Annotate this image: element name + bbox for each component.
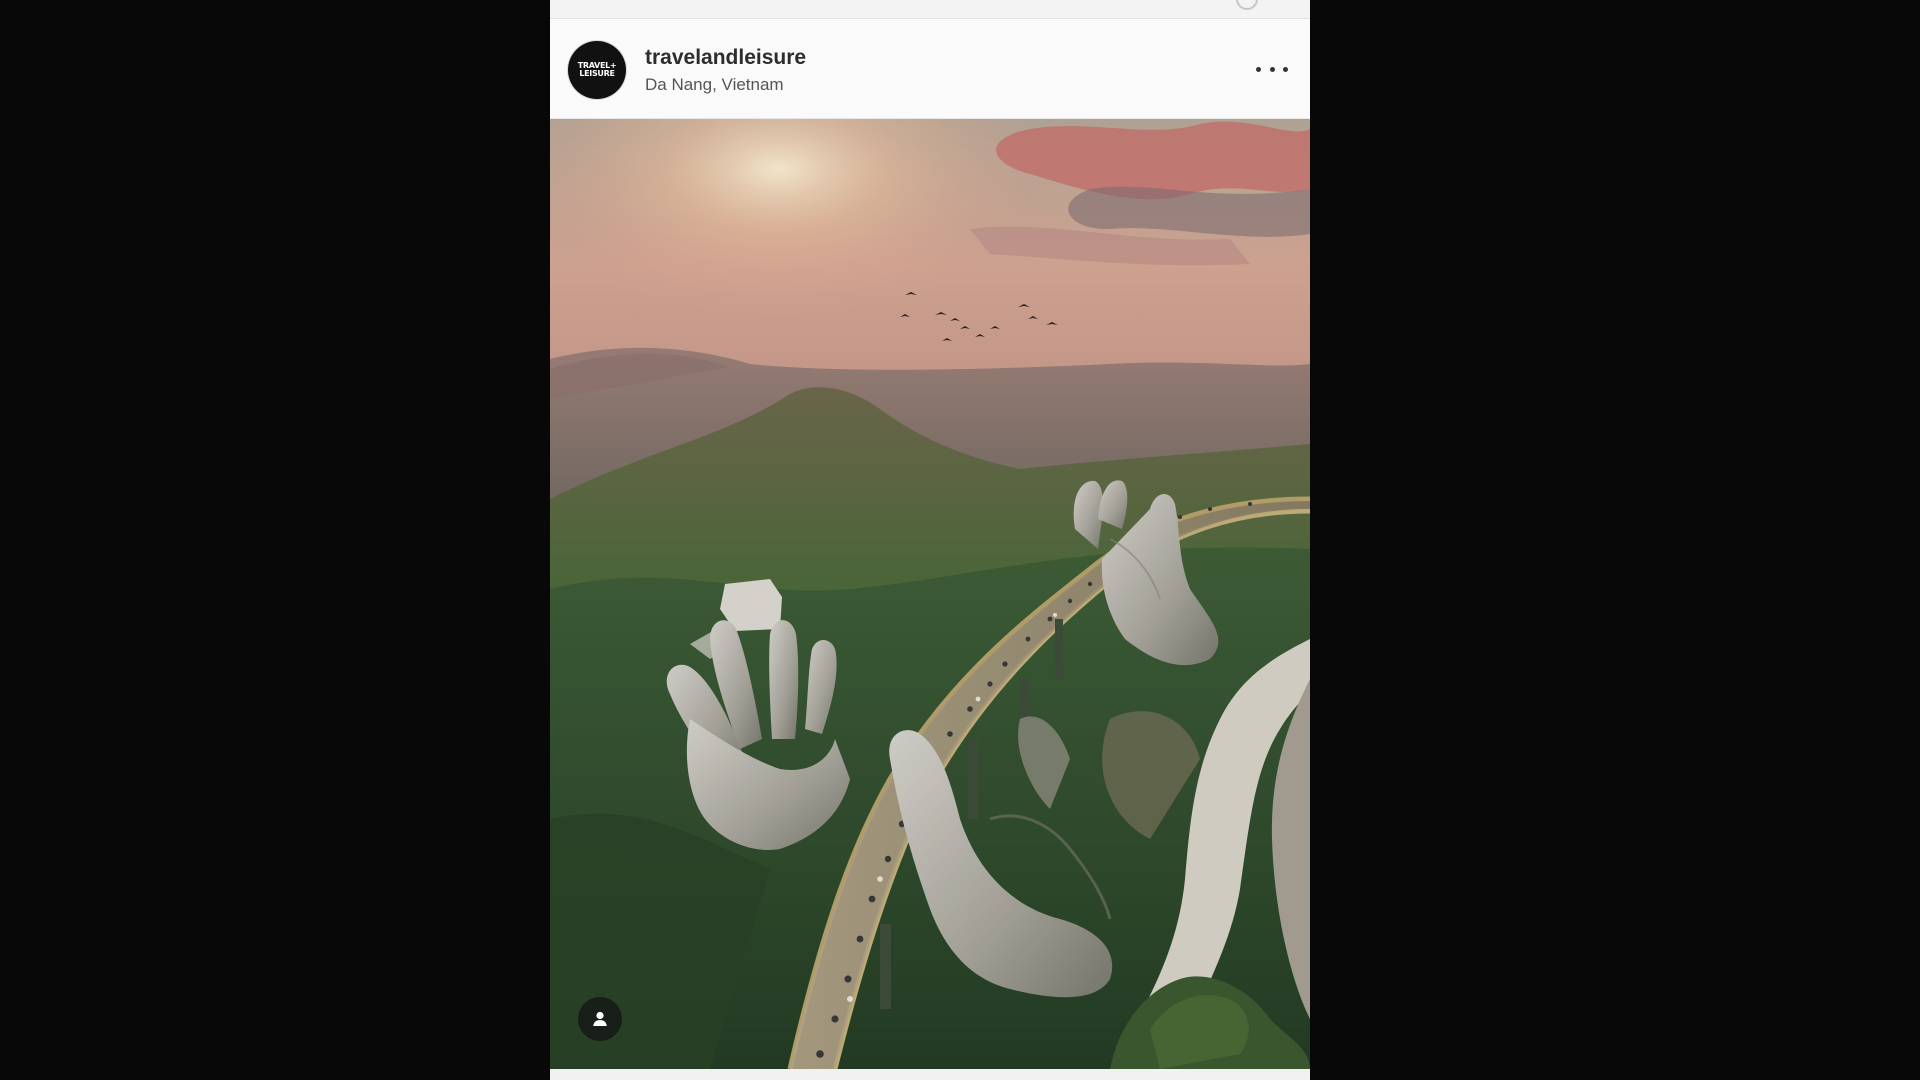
username-link[interactable]: travelandleisure bbox=[645, 46, 806, 70]
avatar[interactable]: TRAVEL+ LEISURE bbox=[568, 41, 626, 99]
post-photo[interactable] bbox=[550, 119, 1310, 1069]
post-header: TRAVEL+ LEISURE travelandleisure Da Nang… bbox=[550, 19, 1310, 119]
previous-post-edge bbox=[550, 0, 1310, 19]
post-actions-edge bbox=[550, 1069, 1310, 1080]
bookmark-icon bbox=[1236, 0, 1258, 10]
photo-illustration bbox=[550, 119, 1310, 1069]
dot bbox=[1283, 66, 1288, 72]
more-options-icon[interactable] bbox=[1256, 57, 1288, 81]
instagram-post-card: TRAVEL+ LEISURE travelandleisure Da Nang… bbox=[550, 0, 1310, 1080]
avatar-logo-line2: LEISURE bbox=[579, 69, 615, 78]
location-link[interactable]: Da Nang, Vietnam bbox=[645, 75, 784, 95]
video-frame: TRAVEL+ LEISURE travelandleisure Da Nang… bbox=[0, 0, 1920, 1080]
dot bbox=[1256, 66, 1261, 72]
dot bbox=[1269, 66, 1275, 72]
person-icon bbox=[593, 1011, 607, 1026]
user-tag-icon[interactable] bbox=[578, 997, 622, 1041]
